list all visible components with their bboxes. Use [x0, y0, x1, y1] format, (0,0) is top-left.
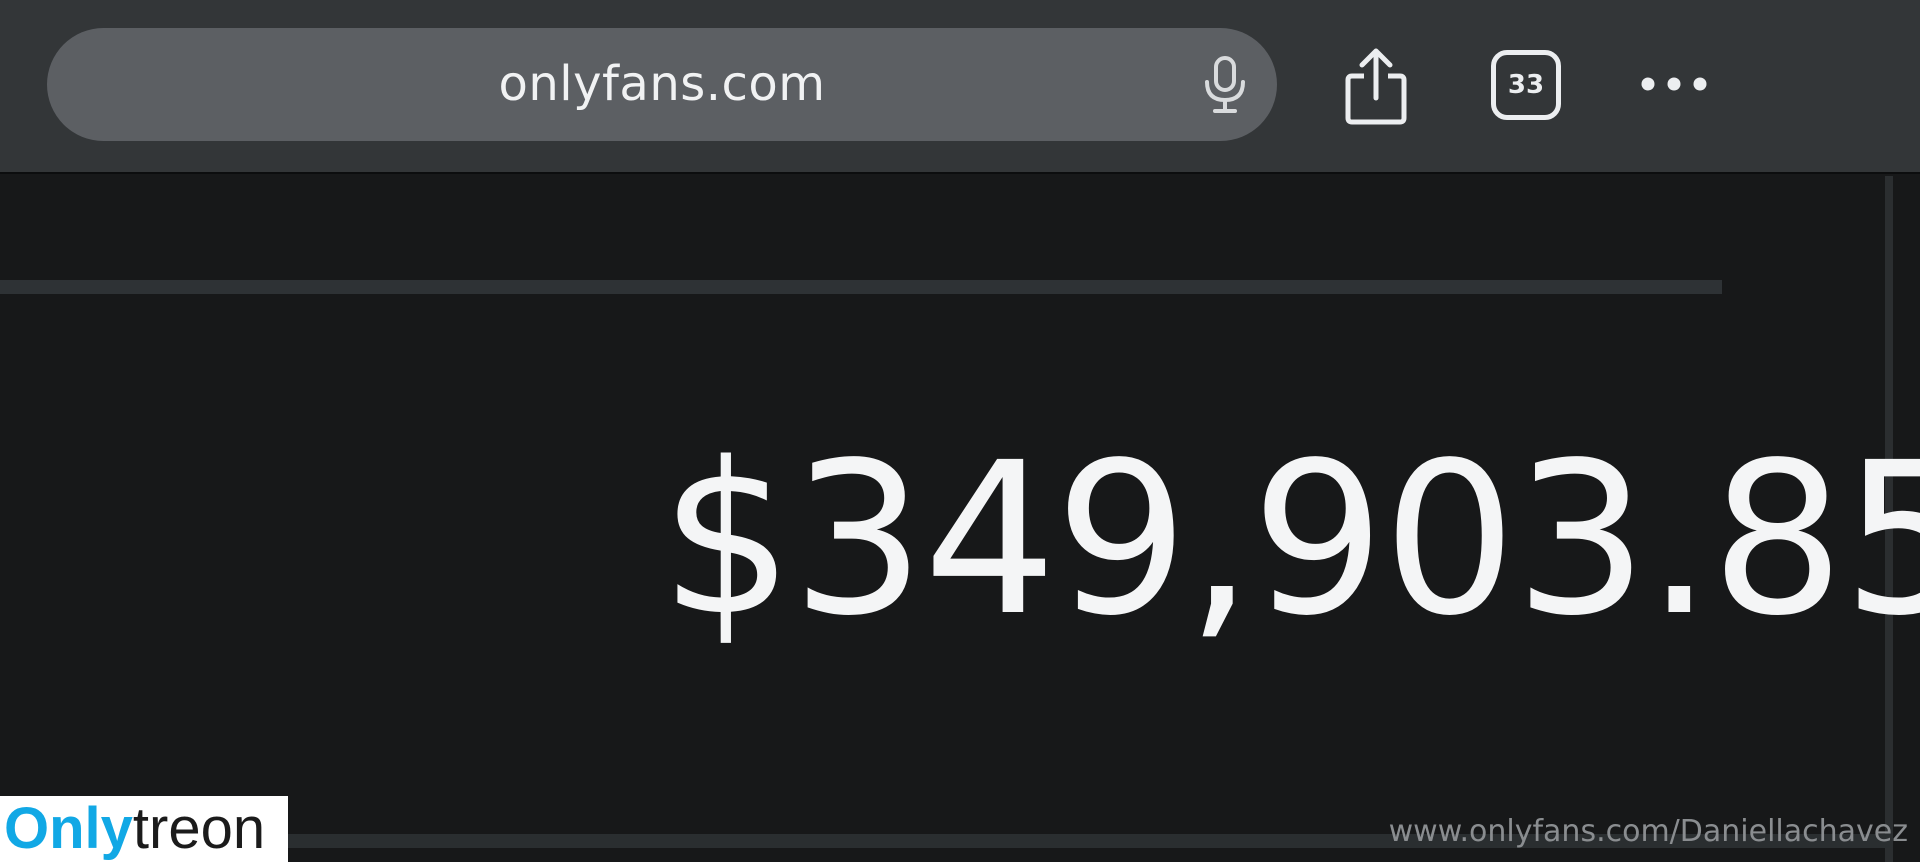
top-divider	[0, 280, 1722, 294]
logo-part-only: Only	[4, 796, 133, 861]
browser-toolbar: onlyfans.com 33	[0, 0, 1920, 174]
more-options-icon[interactable]	[1636, 66, 1712, 102]
logo-part-treon: treon	[132, 796, 266, 861]
watermark-logo: Onlytreon	[0, 796, 288, 862]
microphone-icon[interactable]	[1196, 54, 1254, 116]
url-text: onlyfans.com	[498, 56, 826, 112]
watermark-url: www.onlyfans.com/Daniellachavez	[1388, 814, 1908, 849]
share-icon[interactable]	[1340, 46, 1412, 126]
tabs-button[interactable]: 33	[1491, 50, 1561, 120]
screen: onlyfans.com 33 $349,903.85 Onlytreon ww…	[0, 0, 1920, 862]
address-bar[interactable]: onlyfans.com	[47, 28, 1277, 141]
earnings-amount: $349,903.85	[660, 417, 1920, 662]
